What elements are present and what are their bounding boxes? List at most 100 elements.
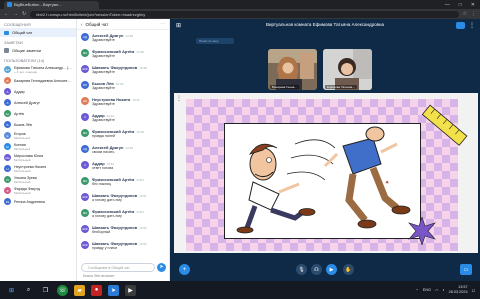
- chat-options-icon[interactable]: ⋯: [161, 21, 166, 27]
- window-controls: — □ ✕: [445, 2, 480, 8]
- user-list-item[interactable]: ЕТ Ефимова Татьяна Александр... (Вы) + 4 ч…: [0, 64, 76, 75]
- media-player-icon[interactable]: ▶: [125, 284, 136, 296]
- maximize-button[interactable]: □: [459, 2, 462, 8]
- menu-dots-icon[interactable]: ⋮: [471, 11, 476, 17]
- user-text: Егоров Мобильный: [14, 132, 30, 140]
- avatar: Ма: [4, 154, 11, 161]
- chat-message: БЛ Быков Лёв 13:40 Здравствуйте: [77, 79, 170, 95]
- message-body: Шавкать Фахрутдинов 13:52 безборный: [92, 225, 147, 237]
- chat-title: Общий чат: [85, 21, 109, 27]
- shared-notes-item[interactable]: Общие заметки: [0, 46, 76, 55]
- user-list-item[interactable]: Е Егоров Мобильный: [0, 130, 76, 141]
- user-subtitle: Мобильный: [14, 179, 31, 184]
- clock[interactable]: 13:57 28.03.2024: [449, 285, 468, 295]
- message-body: Фрикосовский Артём 13:51 без ножниц: [92, 177, 144, 189]
- user-list-item[interactable]: ББахарева Геннадиевна Алексеевна (Вы) Мо…: [0, 75, 76, 86]
- user-list-item[interactable]: Кс Ксения Мобильный: [0, 141, 76, 152]
- language-indicator[interactable]: ENG: [423, 288, 431, 292]
- user-subtitle: Мобильный: [14, 146, 31, 151]
- chevron-left-icon[interactable]: ‹: [81, 22, 83, 27]
- file-explorer-icon[interactable]: ▰: [74, 284, 85, 296]
- user-list-item[interactable]: Ф Фарида Фахртд Мобильный: [0, 185, 76, 196]
- user-list-item[interactable]: А Аддар: [0, 86, 76, 97]
- chat-message-input[interactable]: Сообщение в Общий чат: [81, 263, 155, 272]
- user-list-item[interactable]: Ра Регина Андреевна: [0, 196, 76, 207]
- forward-arrow-icon[interactable]: →: [13, 11, 18, 17]
- chat-message: АД Алексей Драгун 13:49 своим писать: [77, 143, 170, 159]
- reload-icon[interactable]: ↻: [22, 11, 26, 17]
- message-text: а голову дать ему: [92, 198, 122, 202]
- message-time: 13:49: [125, 146, 133, 150]
- browser-tab[interactable]: BigBlueButton - Виртуал...: [4, 0, 99, 9]
- back-arrow-icon[interactable]: ←: [4, 11, 9, 17]
- chat-panel: ‹ Общий чат ⋯ АД Алексей Драгун 13:38 Здрав…: [77, 19, 170, 281]
- actions-plus-button[interactable]: +: [179, 264, 190, 275]
- search-bar[interactable]: Поиск по залу: [196, 38, 234, 44]
- svg-text:✷: ✷: [385, 180, 389, 186]
- minimize-button[interactable]: —: [445, 2, 450, 8]
- whiteboard[interactable]: ⋮ ✷: [174, 93, 478, 253]
- user-list-item[interactable]: Н Неустроева Никита Мобильный: [0, 163, 76, 174]
- message-time: 13:51: [136, 178, 144, 182]
- message-text: Здравствуйте: [92, 54, 115, 58]
- cartoon-slide: ✷: [224, 123, 421, 239]
- user-subtitle: Мобильный: [14, 157, 31, 162]
- message-time: 13:51: [139, 194, 147, 198]
- connection-status-icon[interactable]: [456, 22, 465, 29]
- notifications-icon[interactable]: ☐: [472, 288, 475, 293]
- avatar: Б: [4, 77, 11, 84]
- wifi-icon[interactable]: ◠: [435, 288, 438, 293]
- webcam-tile[interactable]: Бахарева Генна...: [268, 49, 317, 90]
- headphones-icon[interactable]: ☊: [311, 264, 322, 275]
- typing-indicator: Быков Лёв печатает: [83, 274, 115, 278]
- chevron-up-icon[interactable]: ⌃: [416, 288, 419, 293]
- user-subtitle: Мобильный: [14, 168, 31, 173]
- bookmark-star-icon[interactable]: ☆: [463, 11, 467, 17]
- chat-message: ФА Фрикосовский Артём 13:48 правда налей: [77, 127, 170, 143]
- chat-message: ФА Фрикосовский Артём 13:51 без ножниц: [77, 175, 170, 191]
- presentation-icon[interactable]: ▭: [460, 264, 472, 275]
- task-view-icon[interactable]: ❐: [40, 285, 51, 296]
- user-list-item[interactable]: Ар Артём: [0, 108, 76, 119]
- message-time: 13:38: [136, 50, 144, 54]
- close-window-button[interactable]: ✕: [471, 2, 475, 8]
- message-text: своим писать: [92, 150, 115, 154]
- chat-message: ШФ Шавкать Фахрутдинов 13:52 безборный: [77, 223, 170, 239]
- avatar: ФА: [81, 177, 89, 185]
- browser-icon[interactable]: ●: [91, 284, 102, 296]
- whiteboard-menu-icon[interactable]: ⋮: [176, 95, 182, 102]
- public-chat-item[interactable]: Общий чат: [0, 28, 76, 37]
- windows-start-icon[interactable]: ⊞: [6, 285, 17, 296]
- avatar: ШФ: [81, 65, 89, 73]
- whatsapp-icon[interactable]: ☏: [57, 284, 68, 296]
- telegram-icon[interactable]: ➤: [108, 284, 119, 296]
- raise-hand-icon[interactable]: ✋: [343, 264, 354, 275]
- user-list: ЕТ Ефимова Татьяна Александр... (Вы) + 4 ч…: [0, 64, 76, 207]
- user-text: Аддар: [14, 90, 25, 94]
- camera-icon[interactable]: ▶: [326, 264, 337, 275]
- message-time: 13:40: [115, 82, 124, 86]
- message-text: а голову дать ему: [92, 214, 122, 218]
- address-bar: ← → ↻ bbb2.f.unnspu.ru/html5client/join?…: [0, 9, 480, 19]
- user-list-item[interactable]: Уз Ульяна Зуева Мобильный: [0, 174, 76, 185]
- message-body: Шавкать Фахрутдинов 13:51 а голову дать ем…: [92, 193, 147, 205]
- message-body: Аддар 13:51 ответ голова: [92, 161, 114, 173]
- bbb-favicon-icon: [7, 2, 12, 7]
- message-text: Здравствуйте: [92, 70, 115, 74]
- user-list-item[interactable]: А Алексей Драгун: [0, 97, 76, 108]
- webcam-tile[interactable]: Ефимова Татьяна...: [323, 49, 372, 90]
- tape-sticker: [421, 104, 468, 146]
- url-field[interactable]: bbb2.f.unnspu.ru/html5client/join?sessio…: [30, 10, 459, 18]
- avatar: Ф: [4, 187, 11, 194]
- microphone-icon[interactable]: 🎙: [296, 264, 307, 275]
- send-icon[interactable]: ➤: [157, 263, 166, 272]
- user-text: Бахарева Геннадиевна Алексеевна (Вы) Мод…: [14, 79, 72, 83]
- message-time: 13:48: [136, 130, 144, 134]
- volume-icon[interactable]: ◖: [442, 288, 444, 292]
- search-icon[interactable]: ⌕: [23, 285, 34, 296]
- user-subtitle: Мобильный: [14, 190, 31, 195]
- user-list-item[interactable]: Б Быков Лёв: [0, 119, 76, 130]
- options-menu-icon[interactable]: ⋮: [469, 22, 475, 29]
- user-list-item[interactable]: Ма Мирослава Юлия Мобильный: [0, 152, 76, 163]
- system-tray: ⌃ ENG ◠ ◖ 13:57 28.03.2024 ☐: [416, 285, 480, 295]
